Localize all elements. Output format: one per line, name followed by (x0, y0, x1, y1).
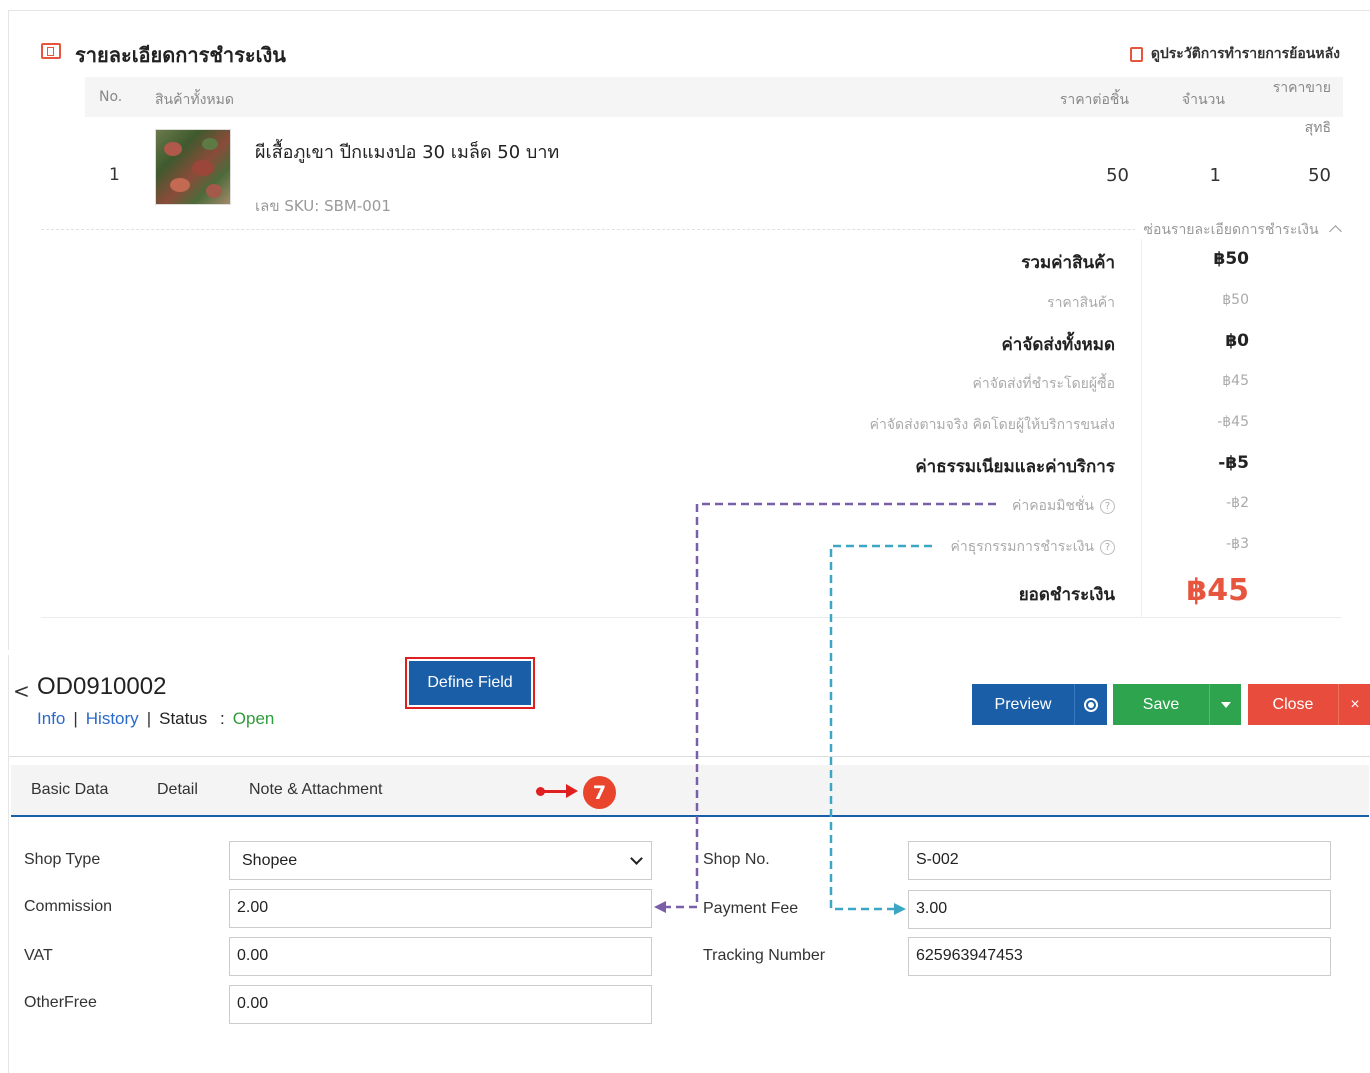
product-row: 1 ผีเสื้อภูเขา ปีกแมงปอ 30 เมล็ด 50 บาท … (85, 121, 1343, 215)
shipping-actual-value: -฿45 (1217, 414, 1249, 430)
divider (9, 756, 1370, 757)
chevron-left-icon[interactable]: < (13, 679, 30, 703)
commission-label-wrap: ค่าคอมมิชชั่น? (1012, 495, 1115, 517)
product-table-header: No. สินค้าทั้งหมด ราคาต่อชิ้น จำนวน ราคา… (85, 77, 1343, 136)
shipping-buyer-value: ฿45 (1222, 373, 1249, 389)
fees-label: ค่าธรรมเนียมและค่าบริการ (915, 457, 1115, 477)
col-unit-price: ราคาต่อชิ้น (1059, 92, 1129, 108)
transaction-fee-label: ค่าธุรกรรมการชำระเงิน (950, 539, 1095, 555)
shop-no-label: Shop No. (703, 851, 770, 868)
col-no: No. (99, 89, 123, 105)
order-links: Info | History | Status : Open (37, 709, 275, 728)
product-unit-price: 50 (1106, 165, 1129, 186)
vat-label: VAT (24, 947, 53, 964)
vat-input[interactable]: 0.00 (229, 937, 652, 976)
product-price-label: ราคาสินค้า (1047, 295, 1115, 311)
payment-fee-label: Payment Fee (703, 900, 799, 917)
payment-fee-input[interactable]: 3.00 (908, 890, 1331, 929)
help-circle-icon[interactable]: ? (1100, 499, 1115, 514)
col-net-line1: ราคาขาย (1272, 80, 1331, 96)
transaction-label-wrap: ค่าธุรกรรมการชำระเงิน? (950, 536, 1115, 558)
hide-details-link[interactable]: ซ่อนรายละเอียดการชำระเงิน (1135, 219, 1342, 241)
transaction-fee-value: -฿3 (1226, 536, 1249, 552)
product-price-value: ฿50 (1222, 292, 1249, 308)
col-qty: จำนวน (1181, 92, 1225, 108)
chevron-up-icon (1329, 225, 1342, 238)
shop-type-label: Shop Type (24, 851, 101, 868)
tab-bar: Basic Data Detail Note & Attachment (11, 765, 1369, 817)
shipping-actual-label: ค่าจัดส่งตามจริง คิดโดยผู้ให้บริการขนส่ง (869, 417, 1115, 433)
payment-details-panel: รายละเอียดการชำระเงิน ดูประวัติการทำรายก… (8, 10, 1370, 650)
tracking-number-input[interactable]: 625963947453 (908, 937, 1331, 976)
step-badge: 7 (583, 776, 616, 809)
fees-value: -฿5 (1218, 453, 1249, 473)
order-form-panel: < OD0910002 Info | History | Status : Open Pr… (8, 655, 1370, 1073)
subtotal-label: รวมค่าสินค้า (1021, 253, 1115, 273)
history-link-label: ดูประวัติการทำรายการย้อนหลัง (1150, 46, 1340, 62)
product-name: ผีเสื้อภูเขา ปีกแมงปอ 30 เมล็ด 50 บาท (255, 142, 560, 163)
help-circle-icon[interactable]: ? (1100, 540, 1115, 555)
tab-detail[interactable]: Detail (157, 781, 198, 799)
annotation-arrow (539, 790, 569, 793)
select-chevron-icon (630, 851, 643, 865)
shop-type-select[interactable]: Shopee (229, 841, 652, 880)
history-link[interactable]: ดูประวัติการทำรายการย้อนหลัง (1129, 43, 1340, 65)
preview-eye-button[interactable] (1074, 684, 1107, 725)
annotation-arrow-head (566, 784, 578, 798)
shop-no-input[interactable]: S-002 (908, 841, 1331, 880)
caret-down-icon (1220, 701, 1231, 708)
tab-define-field[interactable]: Define Field (409, 661, 531, 705)
status-badge: Open (232, 709, 275, 728)
save-button[interactable]: Save (1113, 684, 1209, 725)
receipt-icon (41, 43, 61, 59)
otherfree-label: OtherFree (24, 994, 97, 1011)
hide-details-label: ซ่อนรายละเอียดการชำระเงิน (1143, 222, 1319, 238)
commission-input[interactable]: 2.00 (229, 889, 652, 928)
shipping-total-label: ค่าจัดส่งทั้งหมด (1001, 335, 1115, 355)
product-image (155, 129, 231, 205)
shipping-total-value: ฿0 (1225, 331, 1249, 351)
shop-type-value: Shopee (242, 851, 298, 869)
info-link[interactable]: Info (37, 709, 65, 728)
subtotal-value: ฿50 (1213, 249, 1250, 269)
eye-icon (1084, 697, 1098, 712)
history-doc-icon (1129, 46, 1143, 62)
order-number: OD0910002 (37, 673, 167, 700)
divider (41, 617, 1341, 618)
commission-field-label: Commission (24, 898, 113, 915)
row-no: 1 (109, 165, 120, 185)
tracking-number-label: Tracking Number (703, 947, 826, 964)
commission-label: ค่าคอมมิชชั่น (1011, 498, 1094, 514)
tab-note-attachment[interactable]: Note & Attachment (249, 781, 382, 799)
preview-button[interactable]: Preview (972, 684, 1074, 725)
tab-define-field-highlight: Define Field (405, 657, 535, 709)
commission-value: -฿2 (1226, 495, 1249, 511)
history-tab-link[interactable]: History (86, 709, 139, 728)
save-dropdown-button[interactable] (1209, 684, 1241, 725)
status-label: Status (159, 709, 208, 728)
tab-basic-data[interactable]: Basic Data (31, 781, 108, 799)
col-product: สินค้าทั้งหมด (155, 92, 234, 108)
total-value: ฿45 (1186, 573, 1249, 608)
total-label: ยอดชำระเงิน (1018, 585, 1115, 605)
otherfree-input[interactable]: 0.00 (229, 985, 652, 1024)
product-qty: 1 (1209, 165, 1221, 186)
shipping-buyer-label: ค่าจัดส่งที่ชำระโดยผู้ซื้อ (972, 376, 1115, 392)
status-colon: : (220, 709, 225, 728)
close-x-icon[interactable]: × (1338, 684, 1370, 725)
summary-divider (1141, 239, 1142, 617)
payment-title: รายละเอียดการชำระเงิน (75, 43, 286, 67)
product-sku: เลข SKU: SBM-001 (255, 197, 391, 215)
close-button[interactable]: Close (1248, 684, 1338, 725)
product-net-price: 50 (1308, 165, 1331, 186)
